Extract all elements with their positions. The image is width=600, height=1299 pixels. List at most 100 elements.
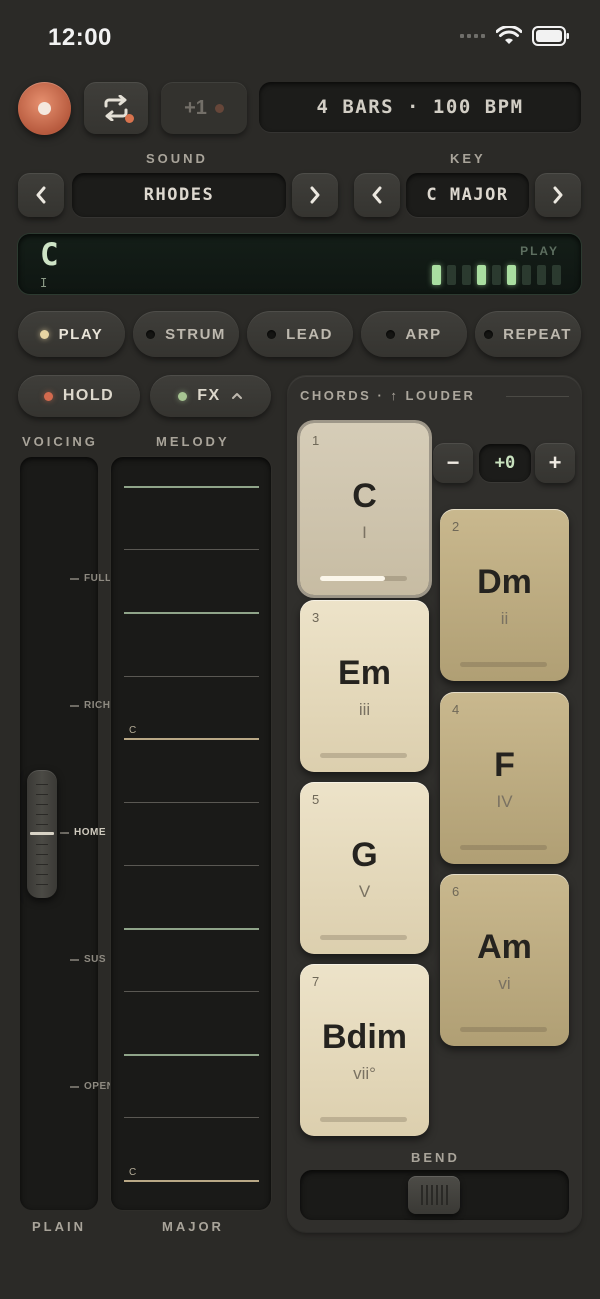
bend-slider-thumb[interactable] [408, 1176, 460, 1214]
chord-pad-5[interactable]: 5 G V [300, 782, 429, 954]
mode-repeat-label: REPEAT [503, 325, 572, 343]
mode-strum-button[interactable]: STRUM [133, 311, 239, 357]
hold-label: HOLD [62, 387, 115, 404]
chord-pad-7[interactable]: 7 Bdim vii° [300, 964, 429, 1136]
pad-level-bar [460, 845, 547, 850]
sound-value[interactable]: RHODES [72, 173, 286, 217]
loop-button[interactable] [84, 82, 148, 134]
mode-strum-label: STRUM [165, 325, 226, 343]
plus-one-button[interactable]: +1 [161, 82, 247, 134]
melody-line [124, 549, 259, 550]
status-icons [460, 26, 570, 46]
key-label: KEY [450, 151, 486, 166]
melody-strip[interactable]: C C [111, 457, 271, 1210]
chord-pad-1[interactable]: 1 C I [300, 423, 429, 595]
chord-pad-3[interactable]: 3 Em iii [300, 600, 429, 772]
pad-number: 7 [312, 974, 320, 989]
wifi-icon [496, 26, 522, 44]
pad-level-bar [320, 1117, 407, 1122]
chord-display: C I PLAY [18, 234, 581, 294]
pad-number: 5 [312, 792, 320, 807]
pad-roman-numeral: V [358, 882, 371, 901]
strum-led [146, 329, 156, 339]
octave-minus-button[interactable]: − [433, 443, 473, 483]
plus-one-led [214, 103, 224, 113]
pad-chord-name: Bdim [322, 1018, 407, 1056]
bend-label: BEND [411, 1150, 460, 1165]
pad-level-bar [460, 662, 547, 667]
melody-line [124, 928, 259, 930]
pad-roman-numeral: I [362, 523, 367, 542]
fx-label: FX [197, 387, 221, 404]
voicing-bottom-label: PLAIN [32, 1219, 86, 1234]
mode-arp-button[interactable]: ARP [361, 311, 467, 357]
divider [506, 396, 569, 397]
chord-pad-2[interactable]: 2 Dm ii [440, 509, 569, 681]
pad-chord-name: F [494, 746, 515, 784]
mode-repeat-button[interactable]: REPEAT [475, 311, 581, 357]
melody-line [124, 865, 259, 866]
melody-line [124, 1117, 259, 1118]
sound-next-button[interactable] [292, 173, 338, 217]
sound-label: SOUND [146, 151, 208, 166]
pad-number: 2 [452, 519, 460, 534]
voicing-label: VOICING [22, 434, 98, 449]
chevron-left-icon [372, 186, 382, 204]
pad-chord-name: C [352, 477, 377, 515]
melody-root-line [124, 1180, 259, 1182]
voicing-mark-rich: RICH [70, 700, 110, 711]
chords-title: CHORDS · ↑ LOUDER [300, 388, 476, 403]
hold-button[interactable]: HOLD [18, 375, 140, 417]
chevron-right-icon [310, 186, 320, 204]
chord-pad-6[interactable]: 6 Am vi [440, 874, 569, 1046]
key-next-button[interactable] [535, 173, 581, 217]
meter-segment [537, 265, 546, 285]
voicing-mark-sus: SUS [70, 954, 106, 965]
voicing-slider-thumb[interactable] [27, 770, 57, 898]
pad-level-bar [460, 1027, 547, 1032]
voicing-mark-home: HOME [60, 827, 106, 838]
pad-chord-name: Am [477, 928, 532, 966]
arp-led [386, 329, 396, 339]
pad-chord-name: Em [338, 654, 391, 692]
pad-number: 6 [452, 884, 460, 899]
melody-line [124, 676, 259, 677]
chevron-up-icon [231, 393, 242, 399]
meter-segment [552, 265, 561, 285]
pad-level-bar [320, 935, 407, 940]
record-dot-icon [38, 102, 51, 115]
chord-cursor: I [40, 276, 48, 290]
sound-prev-button[interactable] [18, 173, 64, 217]
status-time: 12:00 [48, 24, 112, 51]
meter-segment [477, 265, 486, 285]
meter-segment [492, 265, 501, 285]
bars-bpm-display[interactable]: 4 BARS · 100 BPM [259, 82, 581, 132]
record-button[interactable] [18, 82, 71, 135]
mode-lead-button[interactable]: LEAD [247, 311, 353, 357]
play-led [39, 329, 49, 339]
mode-play-button[interactable]: PLAY [18, 311, 125, 357]
key-value[interactable]: C MAJOR [406, 173, 529, 217]
pad-chord-name: Dm [477, 563, 532, 601]
meter-segment [462, 265, 471, 285]
level-meter [432, 265, 561, 285]
key-prev-button[interactable] [354, 173, 400, 217]
display-mode-label: PLAY [520, 244, 559, 258]
pad-number: 4 [452, 702, 460, 717]
fx-button[interactable]: FX [150, 375, 271, 417]
pad-number: 1 [312, 433, 320, 448]
pad-level-bar [320, 753, 407, 758]
chevron-left-icon [36, 186, 46, 204]
melody-line [124, 486, 259, 488]
hold-led [43, 391, 53, 401]
mode-lead-label: LEAD [286, 325, 333, 343]
melody-note-label: C [129, 1167, 137, 1178]
signal-icon [460, 34, 485, 38]
melody-label: MELODY [156, 434, 230, 449]
melody-line [124, 1054, 259, 1056]
voicing-mark-full: FULL [70, 573, 112, 584]
octave-plus-button[interactable]: + [535, 443, 575, 483]
chord-pad-4[interactable]: 4 F IV [440, 692, 569, 864]
melody-line [124, 991, 259, 992]
pad-roman-numeral: vii° [353, 1064, 376, 1083]
